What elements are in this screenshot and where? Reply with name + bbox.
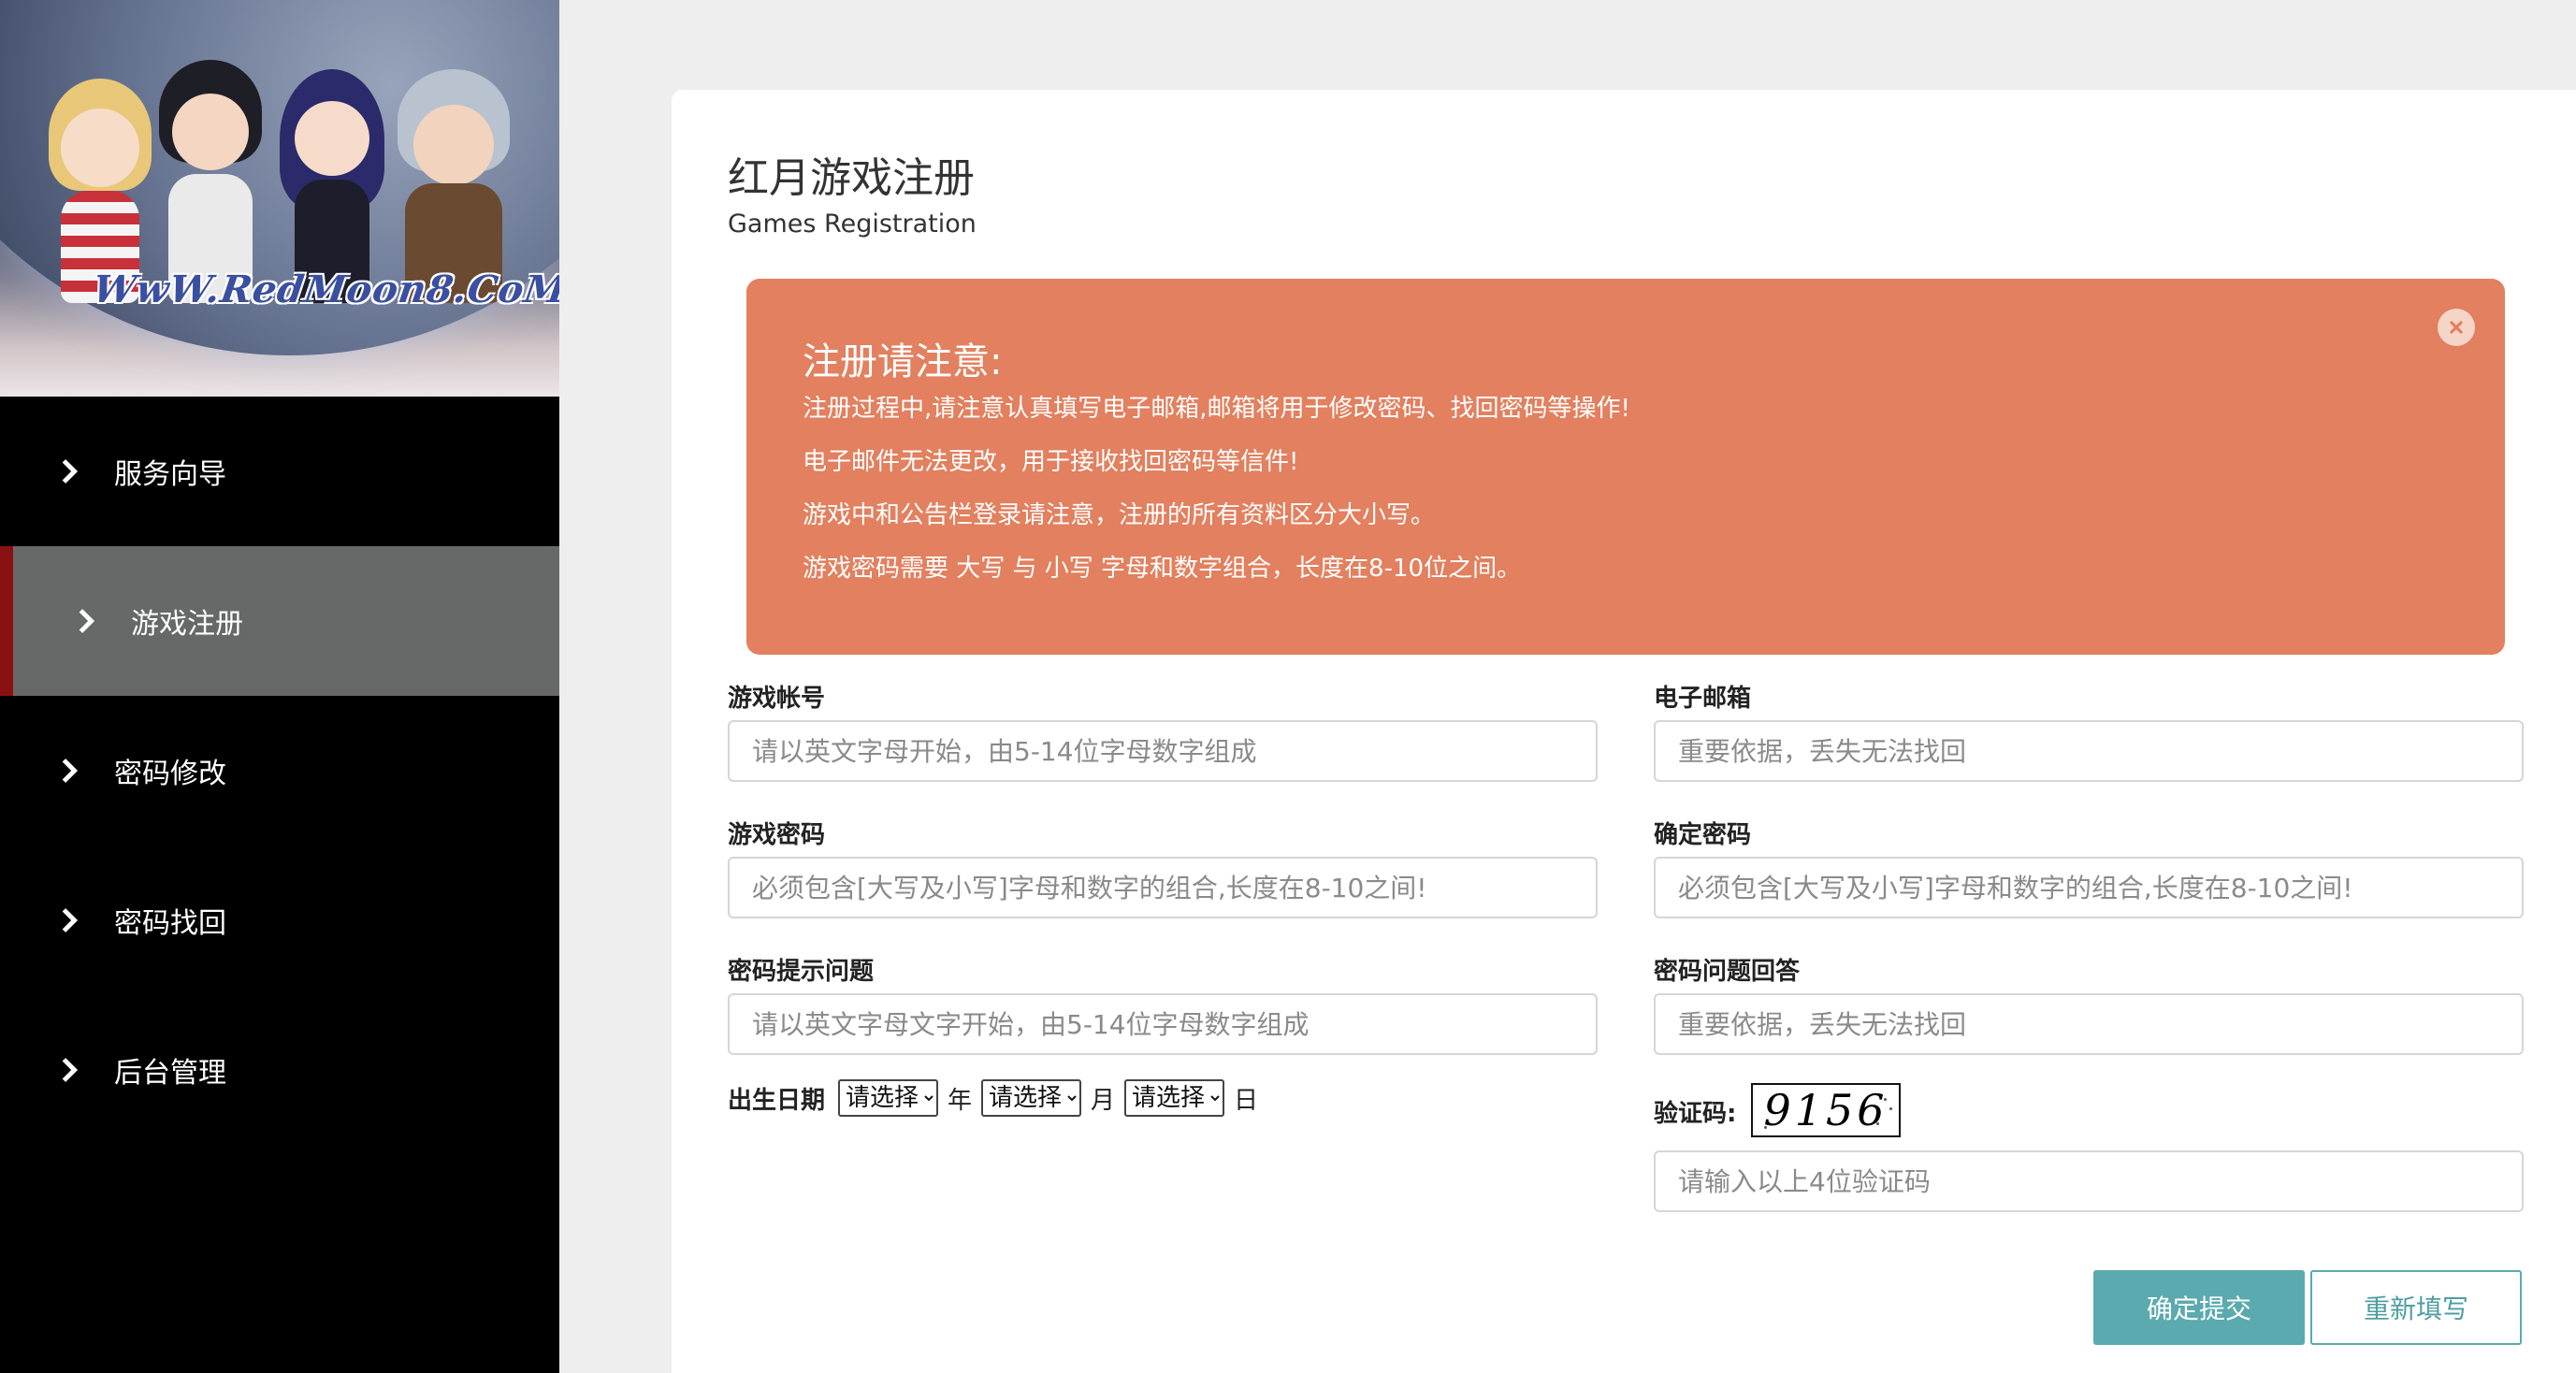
month-unit: 月 (1091, 1086, 1116, 1115)
alert-line: 电子邮件无法更改，用于接收找回密码等信件! (803, 448, 1299, 476)
sidebar-item-label: 游戏注册 (131, 608, 243, 641)
reset-button[interactable]: 重新填写 (2310, 1270, 2522, 1345)
sidebar-item-label: 后台管理 (114, 1057, 226, 1090)
sidebar: WwW.RedMoon8.CoM 服务向导 游戏注册 密码修改 密码找回 后台管… (0, 0, 559, 1373)
account-label: 游戏帐号 (728, 685, 826, 713)
password-input[interactable] (728, 857, 1598, 918)
captcha-label: 验证码: (1654, 1100, 1737, 1128)
chevron-right-icon (62, 1058, 79, 1082)
password-label: 游戏密码 (728, 821, 826, 849)
sidebar-item-game-registration[interactable]: 游戏注册 (0, 546, 559, 696)
alert-heading: 注册请注意: (803, 340, 1003, 383)
day-unit: 日 (1234, 1086, 1259, 1115)
banner-image: WwW.RedMoon8.CoM (0, 0, 559, 397)
close-icon[interactable] (2438, 309, 2475, 346)
chevron-right-icon (62, 759, 79, 783)
captcha-code: 9156 (1763, 1085, 1889, 1135)
birth-year-select[interactable]: 请选择 (838, 1079, 939, 1117)
sidebar-item-password-change[interactable]: 密码修改 (0, 696, 559, 845)
chevron-right-icon (62, 908, 79, 932)
alert-line: 游戏密码需要 大写 与 小写 字母和数字组合，长度在8-10位之间。 (803, 555, 1522, 583)
sidebar-item-service-guide[interactable]: 服务向导 (0, 397, 559, 546)
captcha-image[interactable]: 9156 (1751, 1083, 1901, 1137)
captcha-input[interactable] (1654, 1150, 2524, 1212)
page-subtitle: Games Registration (728, 210, 977, 238)
question-label: 密码提示问题 (728, 958, 875, 986)
year-unit: 年 (948, 1086, 973, 1115)
birth-day-select[interactable]: 请选择 (1124, 1079, 1225, 1117)
notice-alert: 注册请注意: 注册过程中,请注意认真填写电子邮箱,邮箱将用于修改密码、找回密码等… (746, 279, 2505, 655)
confirm-password-input[interactable] (1654, 857, 2524, 918)
submit-button[interactable]: 确定提交 (2093, 1270, 2305, 1345)
sidebar-item-password-recovery[interactable]: 密码找回 (0, 845, 559, 995)
active-marker (0, 546, 13, 696)
alert-line: 注册过程中,请注意认真填写电子邮箱,邮箱将用于修改密码、找回密码等操作! (803, 395, 1630, 423)
question-input[interactable] (728, 993, 1598, 1055)
confirm-password-label: 确定密码 (1654, 821, 1752, 849)
sidebar-item-label: 服务向导 (114, 458, 226, 491)
site-logo: WwW.RedMoon8.CoM (90, 267, 559, 311)
answer-input[interactable] (1654, 993, 2524, 1055)
sidebar-item-admin[interactable]: 后台管理 (0, 995, 559, 1145)
page-title: 红月游戏注册 (728, 154, 975, 202)
email-label: 电子邮箱 (1654, 685, 1752, 713)
birth-date-row: 出生日期 请选择 年 请选择 月 请选择 日 (728, 1079, 1262, 1117)
chevron-right-icon (79, 609, 95, 633)
account-input[interactable] (728, 720, 1598, 782)
sidebar-item-label: 密码找回 (114, 907, 226, 940)
birth-date-label: 出生日期 (728, 1086, 826, 1115)
sidebar-item-label: 密码修改 (114, 758, 226, 790)
alert-line: 游戏中和公告栏登录请注意，注册的所有资料区分大小写。 (803, 501, 1436, 529)
registration-panel: 红月游戏注册 Games Registration 注册请注意: 注册过程中,请… (672, 90, 2576, 1373)
email-input[interactable] (1654, 720, 2524, 782)
chevron-right-icon (62, 459, 79, 484)
answer-label: 密码问题回答 (1654, 958, 1801, 986)
birth-month-select[interactable]: 请选择 (981, 1079, 1082, 1117)
